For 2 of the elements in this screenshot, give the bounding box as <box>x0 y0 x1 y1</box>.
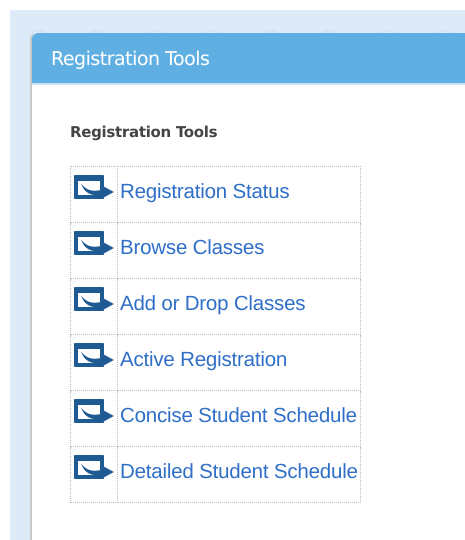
section-heading: Registration Tools <box>70 122 218 143</box>
panel-title: Registration Tools <box>51 48 210 70</box>
